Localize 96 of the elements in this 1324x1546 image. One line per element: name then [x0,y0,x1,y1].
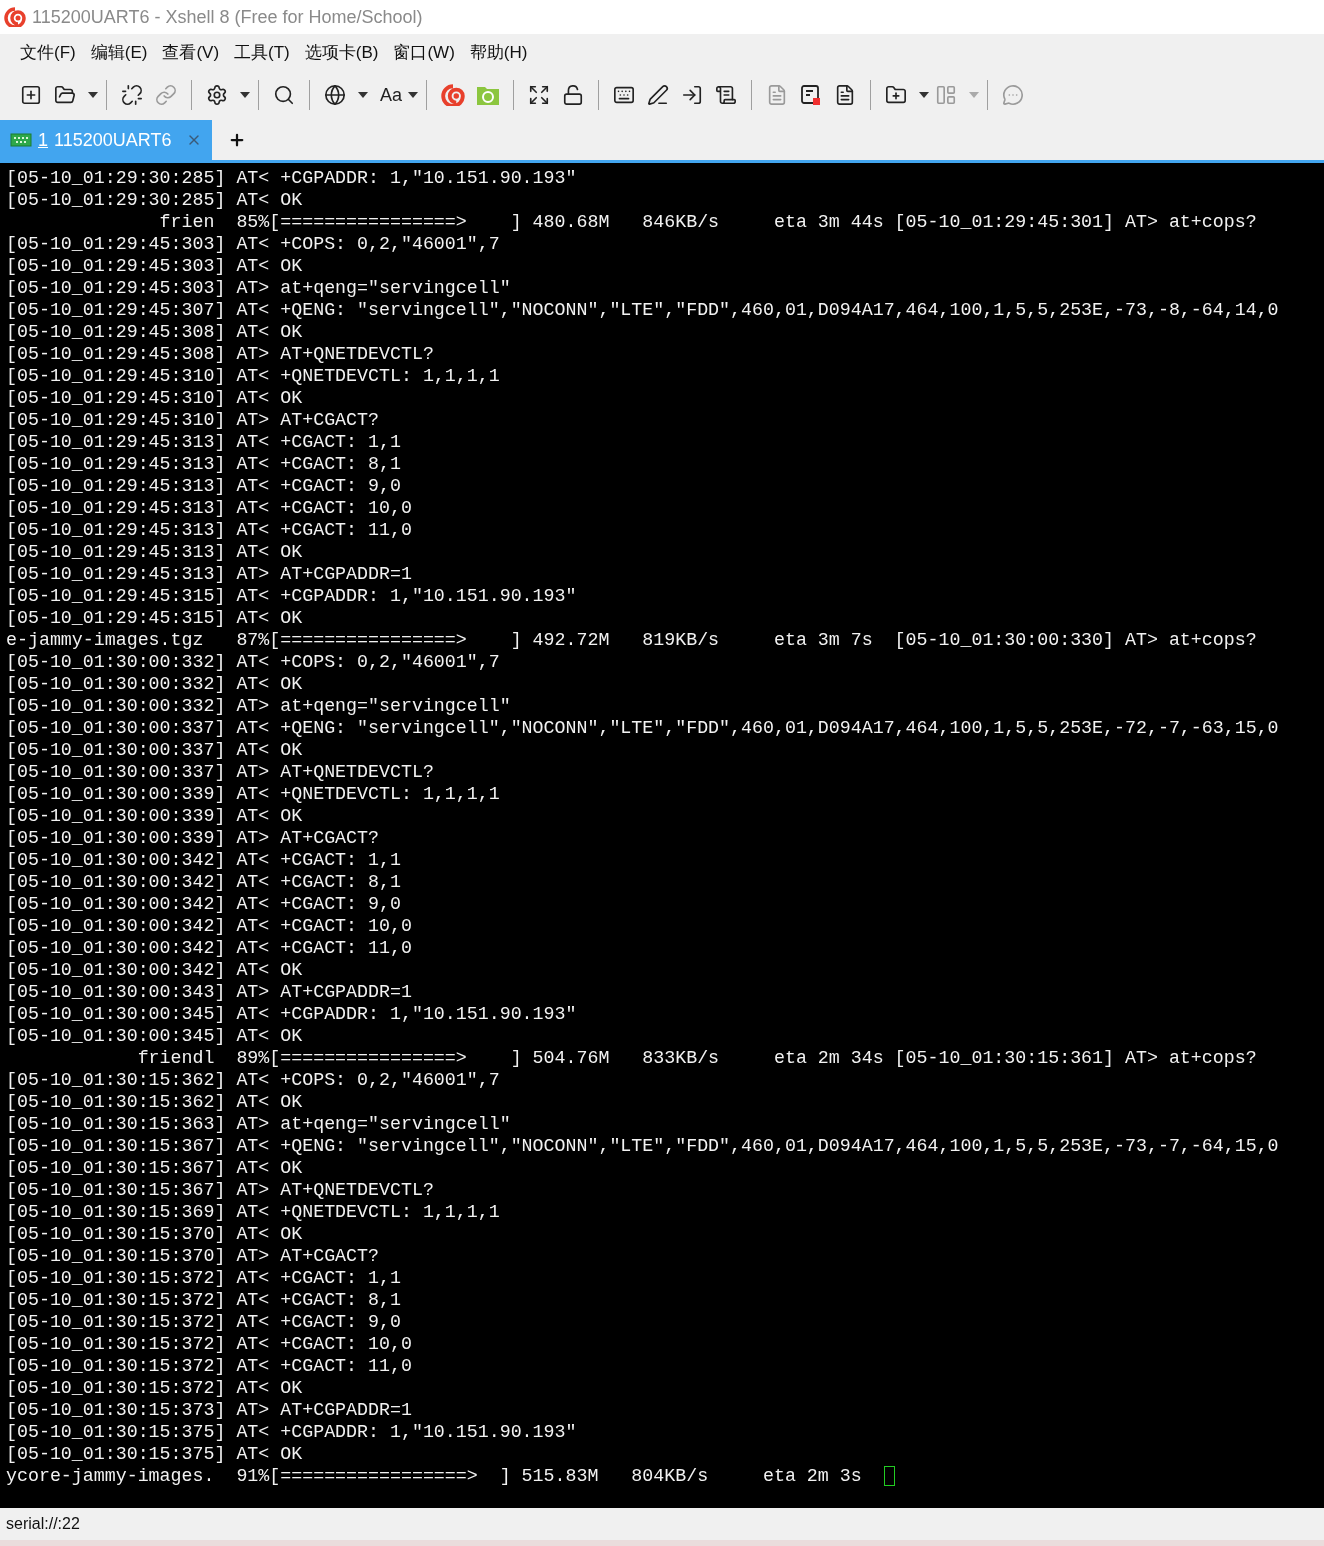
cursor-icon [883,1466,895,1486]
terminal-line: [05-10_01:30:15:369] AT< +QNETDEVCTL: 1,1,1,1 [6,1201,500,1223]
menu-item[interactable]: 工具(T) [234,40,290,66]
serial-port-icon [10,133,32,147]
terminal-line: frien 85%[================> ] 480.68M 846KB/s eta 3m 44s [05-10_01:29:45:301] AT> at+cops? [158,211,1257,233]
lock-icon[interactable] [562,84,585,106]
terminal-line: [05-10_01:30:15:370] AT< OK [6,1223,303,1245]
terminal-line: [05-10_01:30:15:372] AT< OK [6,1377,303,1399]
terminal-line: [05-10_01:30:15:373] AT> AT+CGPADDR=1 [6,1399,412,1421]
tab-number: 1 [38,128,48,152]
login-icon[interactable] [681,84,704,106]
window-title: 115200UART6 - Xshell 8 (Free for Home/School) [32,5,423,29]
caret-icon[interactable] [88,92,98,98]
terminal-line: [05-10_01:30:15:362] AT< +COPS: 0,2,"46001",7 [6,1069,500,1091]
terminal-line: [05-10_01:30:00:332] AT> at+qeng="servingcell" [6,695,511,717]
terminal-line: [05-10_01:30:00:342] AT< +CGACT: 11,0 [6,937,412,959]
terminal-line: [05-10_01:30:00:342] AT< +CGACT: 8,1 [6,871,401,893]
terminal-line: e-jammy-images.tgz 87%[================> ] 492.72M 819KB/s eta 3m 7s [05-10_01:30:00:330] AT> at+cops? [6,629,1257,651]
caret-icon[interactable] [919,92,930,98]
terminal-line: [05-10_01:29:45:303] AT< +COPS: 0,2,"46001",7 [6,233,500,255]
pen-icon[interactable] [647,84,670,106]
script-icon[interactable] [715,84,738,106]
caret-icon[interactable] [240,92,250,98]
app-logo-icon [4,7,26,27]
terminal-line: [05-10_01:30:15:372] AT< +CGACT: 8,1 [6,1289,401,1311]
globe-icon[interactable] [324,84,346,106]
unlink-icon[interactable] [121,84,143,106]
terminal-line: [05-10_01:30:00:332] AT< +COPS: 0,2,"46001",7 [6,651,500,673]
menu-item[interactable]: 查看(V) [162,40,220,66]
new-session-icon[interactable] [20,84,42,106]
fullscreen-icon[interactable] [528,84,551,106]
terminal-line: [05-10_01:29:30:285] AT< +CGPADDR: 1,"10.151.90.193" [6,167,577,189]
terminal-line: [05-10_01:30:00:337] AT< +QENG: "servingcell","NOCONN","LTE","FDD",460,01,D094A17,464,100,1,5,5,253E,-72,-7,-63,15,0 [6,717,1279,739]
terminal-line: [05-10_01:30:15:372] AT< +CGACT: 10,0 [6,1333,412,1355]
caret-icon[interactable] [408,92,419,98]
terminal-line: [05-10_01:30:00:342] AT< +CGACT: 10,0 [6,915,412,937]
terminal-line: [05-10_01:29:45:313] AT< +CGACT: 1,1 [6,431,401,453]
terminal-line: [05-10_01:29:45:310] AT< +QNETDEVCTL: 1,1,1,1 [6,365,500,387]
terminal-line: [05-10_01:29:45:315] AT< +CGPADDR: 1,"10.151.90.193" [6,585,577,607]
terminal-line: [05-10_01:30:00:339] AT< +QNETDEVCTL: 1,1,1,1 [6,783,500,805]
terminal-line: [05-10_01:29:45:313] AT< +CGACT: 10,0 [6,497,412,519]
terminal-line: [05-10_01:30:00:345] AT< OK [6,1025,303,1047]
terminal-line: [05-10_01:30:15:370] AT> AT+CGACT? [6,1245,379,1267]
terminal-line: [05-10_01:30:15:375] AT< +CGPADDR: 1,"10.151.90.193" [6,1421,577,1443]
menu-item[interactable]: 窗口(W) [393,40,455,66]
terminal-line: [05-10_01:29:30:285] AT< OK [6,189,303,211]
terminal-line: [05-10_01:30:00:339] AT> AT+CGACT? [6,827,379,849]
settings-icon[interactable] [206,84,228,106]
terminal-line: [05-10_01:30:00:337] AT< OK [6,739,303,761]
terminal-line: [05-10_01:30:15:362] AT< OK [6,1091,303,1113]
terminal-line: friendl 89%[================> ] 504.76M 833KB/s eta 2m 34s [05-10_01:30:15:361] AT> at+cops? [136,1047,1257,1069]
keyboard-icon[interactable] [613,84,636,106]
terminal-line: [05-10_01:30:00:345] AT< +CGPADDR: 1,"10.151.90.193" [6,1003,577,1025]
terminal-line: [05-10_01:30:15:363] AT> at+qeng="servingcell" [6,1113,511,1135]
terminal-line: [05-10_01:30:15:367] AT> AT+QNETDEVCTL? [6,1179,434,1201]
terminal-line: [05-10_01:29:45:303] AT> at+qeng="servingcell" [6,277,511,299]
terminal-line: [05-10_01:29:45:313] AT< +CGACT: 11,0 [6,519,412,541]
tab-label: 115200UART6 [54,128,172,152]
document-stop-icon[interactable] [800,84,823,106]
terminal-line: [05-10_01:29:45:310] AT< OK [6,387,303,409]
terminal-line: [05-10_01:30:00:332] AT< OK [6,673,303,695]
terminal-line: [05-10_01:30:15:372] AT< +CGACT: 11,0 [6,1355,412,1377]
terminal-line: [05-10_01:29:45:308] AT< OK [6,321,303,343]
terminal-line: [05-10_01:30:00:342] AT< +CGACT: 1,1 [6,849,401,871]
terminal-line: [05-10_01:30:00:342] AT< OK [6,959,303,981]
terminal-line: [05-10_01:29:45:313] AT< +CGACT: 9,0 [6,475,401,497]
menu-item[interactable]: 选项卡(B) [304,40,379,66]
terminal-line: [05-10_01:30:15:372] AT< +CGACT: 1,1 [6,1267,401,1289]
menu-item[interactable]: 编辑(E) [90,40,148,66]
new-tab-icon[interactable] [228,131,246,149]
terminal-line: [05-10_01:30:00:343] AT> AT+CGPADDR=1 [6,981,412,1003]
terminal-line: [05-10_01:29:45:313] AT> AT+CGPADDR=1 [6,563,412,585]
terminal-line: [05-10_01:30:15:372] AT< +CGACT: 9,0 [6,1311,401,1333]
terminal-line: [05-10_01:29:45:308] AT> AT+QNETDEVCTL? [6,343,434,365]
terminal-line: [05-10_01:30:00:342] AT< +CGACT: 9,0 [6,893,401,915]
terminal-line: [05-10_01:29:45:313] AT< OK [6,541,303,563]
menu-item[interactable]: 帮助(H) [469,40,528,66]
terminal-line: [05-10_01:30:15:375] AT< OK [6,1443,303,1465]
terminal-line: [05-10_01:30:00:337] AT> AT+QNETDEVCTL? [6,761,434,783]
search-icon[interactable] [273,84,295,106]
terminal-line: [05-10_01:29:45:313] AT< +CGACT: 8,1 [6,453,401,475]
swirl-logo-icon[interactable] [441,84,466,106]
folder-icon[interactable] [54,84,76,106]
terminal-line: [05-10_01:29:45:307] AT< +QENG: "servingcell","NOCONN","LTE","FDD",460,01,D094A17,464,100,1,5,5,253E,-73,-8,-64,14,0 [6,299,1279,321]
terminal-line: [05-10_01:29:45:315] AT< OK [6,607,303,629]
terminal-line: [05-10_01:30:15:367] AT< +QENG: "servingcell","NOCONN","LTE","FDD",460,01,D094A17,464,100,1,5,5,253E,-73,-7,-64,15,0 [6,1135,1279,1157]
font-button[interactable]: Aa [380,81,403,109]
terminal-line: [05-10_01:30:00:339] AT< OK [6,805,303,827]
caret-icon[interactable] [358,92,368,98]
status-text: serial://:22 [6,1514,80,1534]
terminal-line: ycore-jammy-images. 91%[=================> ] 515.83M 804KB/s eta 2m 3s [6,1465,863,1487]
menu-item[interactable]: 文件(F) [20,40,76,66]
terminal-line: [05-10_01:29:45:303] AT< OK [6,255,303,277]
terminal-line: [05-10_01:30:15:367] AT< OK [6,1157,303,1179]
folder-plus-icon[interactable] [885,84,908,106]
terminal-line: [05-10_01:29:45:310] AT> AT+CGACT? [6,409,379,431]
